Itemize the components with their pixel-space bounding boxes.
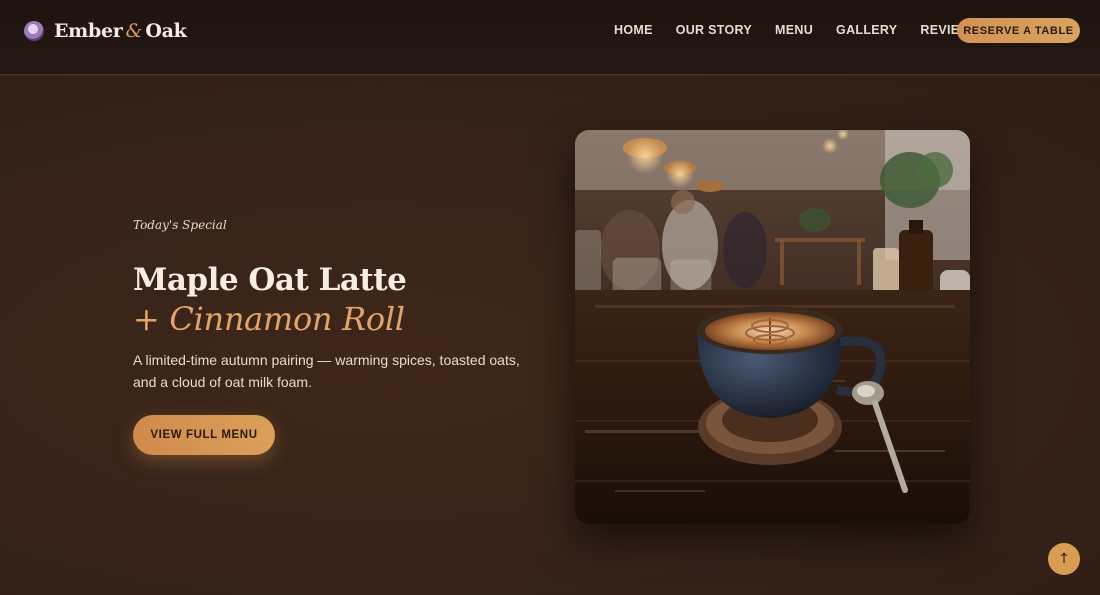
nav-our-story[interactable]: OUR STORY xyxy=(676,22,752,38)
nav-gallery[interactable]: GALLERY xyxy=(836,22,897,38)
nav-home[interactable]: HOME xyxy=(614,22,653,38)
hero-eyebrow: Today's Special xyxy=(133,218,227,232)
brand-logo[interactable]: Ember & Oak xyxy=(24,20,187,42)
hero-description: A limited-time autumn pairing — warming … xyxy=(133,352,520,390)
site-header: Ember & Oak HOME OUR STORY MENU GALLERY RE… xyxy=(0,0,1100,75)
brand-word-2: Oak xyxy=(145,20,187,42)
nav-menu[interactable]: MENU xyxy=(775,22,813,38)
view-menu-button[interactable]: VIEW FULL MENU xyxy=(133,415,275,455)
arrow-up-icon: ↑ xyxy=(1058,551,1070,567)
cafe-latte-image xyxy=(575,130,970,524)
hero-subtitle: + Cinnamon Roll xyxy=(133,300,405,338)
brand-ampersand: & xyxy=(125,20,143,42)
brand-name: Ember & Oak xyxy=(54,20,187,42)
coffee-cup-icon xyxy=(24,21,44,41)
main-nav: HOME OUR STORY MENU GALLERY REVIEWS xyxy=(614,22,980,38)
latte-photo xyxy=(575,130,970,524)
hero-title: Maple Oat Latte xyxy=(133,262,407,298)
reserve-table-button[interactable]: RESERVE A TABLE xyxy=(957,18,1080,43)
scroll-to-top-button[interactable]: ↑ xyxy=(1048,543,1080,575)
brand-word-1: Ember xyxy=(54,20,123,42)
